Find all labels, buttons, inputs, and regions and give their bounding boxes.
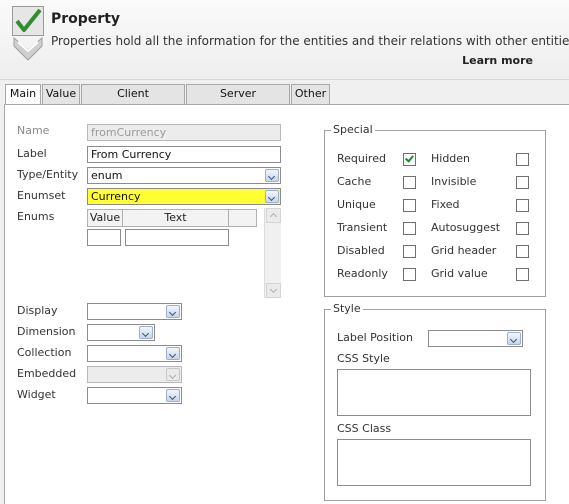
css-style-textarea[interactable] (337, 369, 531, 416)
chevron-down-icon (166, 389, 180, 402)
css-class-label: CSS Class (337, 422, 392, 435)
checkmark-icon (12, 6, 44, 61)
enumset-label: Enumset (17, 189, 66, 202)
grid-value-checkbox[interactable] (516, 268, 529, 281)
embedded-label: Embedded (17, 367, 77, 380)
unique-checkbox[interactable] (403, 199, 416, 212)
type-entity-select[interactable]: enum (87, 167, 281, 184)
readonly-checkbox[interactable] (403, 268, 416, 281)
page-description: Properties hold all the information for … (51, 34, 569, 48)
disabled-label: Disabled (337, 244, 385, 257)
chevron-down-icon (139, 326, 153, 339)
scroll-up-icon[interactable] (266, 208, 281, 223)
display-select[interactable] (87, 303, 182, 320)
label-position-label: Label Position (337, 331, 414, 344)
name-input: fromCurrency (87, 124, 281, 141)
dimension-label: Dimension (17, 325, 76, 338)
invisible-label: Invisible (431, 175, 477, 188)
autosuggest-checkbox[interactable] (516, 222, 529, 235)
tab-other[interactable]: Other (291, 84, 330, 104)
enum-text-input[interactable] (125, 229, 229, 246)
hidden-label: Hidden (431, 152, 471, 165)
label-input[interactable]: From Currency (87, 146, 281, 163)
enums-action-header (228, 209, 257, 227)
enumset-value: Currency (91, 190, 141, 203)
fixed-label: Fixed (431, 198, 460, 211)
learn-more-link[interactable]: Learn more (462, 54, 533, 67)
transient-label: Transient (337, 221, 388, 234)
cache-label: Cache (337, 175, 372, 188)
chevron-down-icon (166, 368, 180, 381)
display-label: Display (17, 304, 58, 317)
type-entity-value: enum (91, 169, 123, 182)
tab-server-conditionals[interactable]: Server Conditionals (186, 84, 290, 118)
enums-text-header: Text (122, 209, 229, 227)
widget-select[interactable] (87, 387, 182, 404)
chevron-down-icon (265, 169, 279, 182)
enums-label: Enums (17, 210, 55, 223)
type-entity-label: Type/Entity (17, 168, 79, 181)
chevron-down-icon (507, 332, 521, 345)
collection-select[interactable] (87, 345, 182, 362)
tab-client-conditionals[interactable]: Client Conditionals (81, 84, 185, 118)
enums-scrollbar[interactable] (264, 208, 281, 298)
dimension-select[interactable] (87, 324, 155, 341)
chevron-down-icon (166, 305, 180, 318)
cache-checkbox[interactable] (403, 176, 416, 189)
checkmark-icon (405, 153, 414, 163)
hidden-checkbox[interactable] (516, 153, 529, 166)
required-label: Required (337, 152, 386, 165)
widget-label: Widget (17, 388, 56, 401)
invisible-checkbox[interactable] (516, 176, 529, 189)
enums-value-header: Value (87, 209, 123, 227)
css-style-label: CSS Style (337, 352, 390, 365)
tab-value[interactable]: Value (42, 84, 80, 104)
css-class-textarea[interactable] (337, 439, 531, 486)
style-legend: Style (331, 302, 363, 315)
name-label: Name (17, 124, 50, 137)
grid-header-checkbox[interactable] (516, 245, 529, 258)
grid-value-label: Grid value (431, 267, 488, 280)
enumset-select[interactable]: Currency (87, 188, 281, 205)
fixed-checkbox[interactable] (516, 199, 529, 212)
embedded-select (87, 366, 182, 383)
page-title: Property (51, 11, 121, 27)
collection-label: Collection (17, 346, 72, 359)
label-position-select[interactable] (428, 330, 523, 347)
scroll-down-icon[interactable] (266, 283, 281, 298)
page-header: Property Properties hold all the informa… (0, 0, 569, 80)
autosuggest-label: Autosuggest (431, 221, 501, 234)
special-legend: Special (331, 123, 375, 136)
enum-value-input[interactable] (87, 229, 121, 246)
grid-header-label: Grid header (431, 244, 497, 257)
tab-main[interactable]: Main (5, 84, 41, 105)
readonly-label: Readonly (337, 267, 388, 280)
chevron-down-icon (166, 347, 180, 360)
transient-checkbox[interactable] (403, 222, 416, 235)
required-checkbox[interactable] (403, 153, 416, 166)
label-label: Label (17, 147, 47, 160)
unique-label: Unique (337, 198, 376, 211)
chevron-down-icon (265, 190, 279, 203)
disabled-checkbox[interactable] (403, 245, 416, 258)
